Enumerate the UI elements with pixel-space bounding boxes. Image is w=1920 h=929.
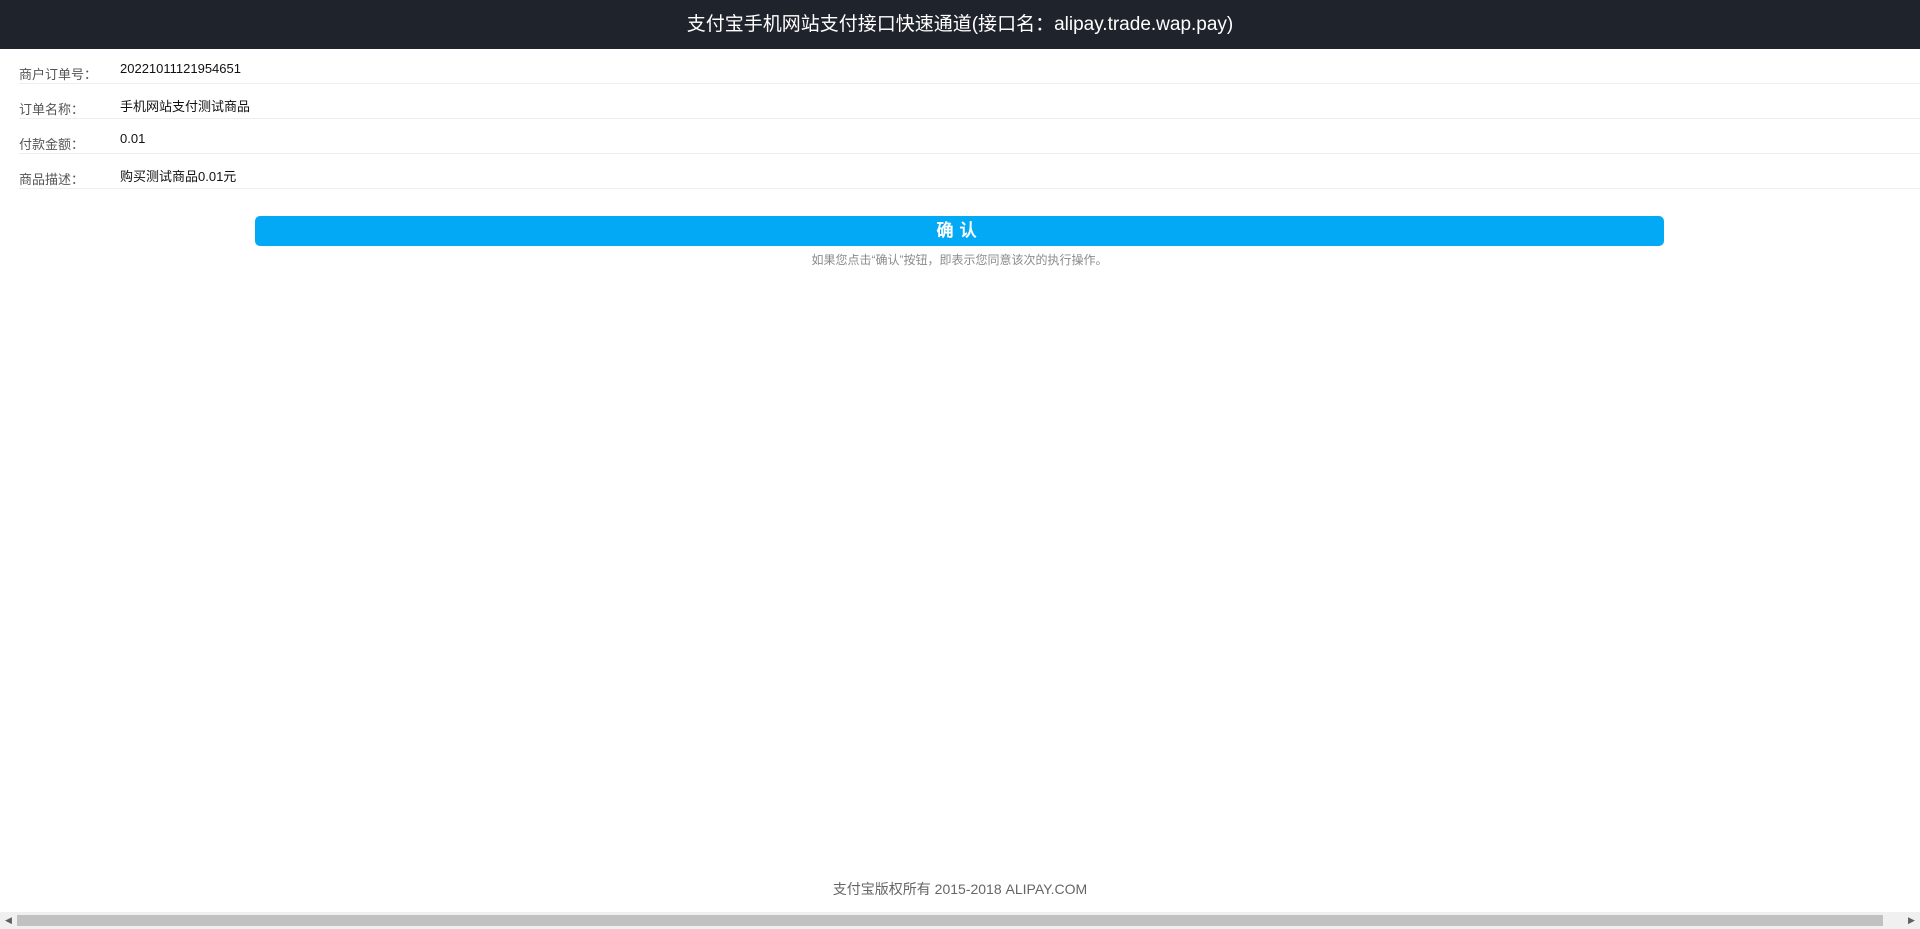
order-row-description: 商品描述： 购买测试商品0.01元 <box>19 154 1920 189</box>
triangle-left-icon[interactable]: ◀ <box>0 912 17 929</box>
description-label: 商品描述： <box>19 172 85 187</box>
order-row-payment-amount: 付款金额： 0.01 <box>19 119 1920 154</box>
order-name-value: 手机网站支付测试商品 <box>120 99 251 114</box>
payment-amount-value: 0.01 <box>120 131 146 146</box>
page-header: 支付宝手机网站支付接口快速通道(接口名：alipay.trade.wap.pay… <box>0 0 1920 49</box>
confirm-section: 确认 如果您点击“确认”按钮，即表示您同意该次的执行操作。 <box>255 216 1664 268</box>
page: 支付宝手机网站支付接口快速通道(接口名：alipay.trade.wap.pay… <box>0 0 1920 929</box>
triangle-right-icon[interactable]: ▶ <box>1903 912 1920 929</box>
merchant-order-no-label: 商户订单号： <box>19 67 98 82</box>
order-row-order-name: 订单名称： 手机网站支付测试商品 <box>19 84 1920 119</box>
confirm-hint: 如果您点击“确认”按钮，即表示您同意该次的执行操作。 <box>811 253 1108 267</box>
description-value: 购买测试商品0.01元 <box>120 169 237 184</box>
footer-copyright: 支付宝版权所有 2015-2018 ALIPAY.COM <box>832 881 1088 897</box>
payment-amount-label: 付款金额： <box>19 137 85 152</box>
order-form: 商户订单号： 20221011121954651 订单名称： 手机网站支付测试商… <box>19 49 1920 189</box>
order-name-label: 订单名称： <box>19 102 85 117</box>
merchant-order-no-value: 20221011121954651 <box>120 61 241 76</box>
horizontal-scrollbar[interactable]: ◀ ▶ <box>0 912 1920 929</box>
page-title: 支付宝手机网站支付接口快速通道(接口名：alipay.trade.wap.pay… <box>686 14 1234 35</box>
confirm-button[interactable]: 确认 <box>255 216 1664 246</box>
order-row-merchant-order-no: 商户订单号： 20221011121954651 <box>19 49 1920 84</box>
scrollbar-thumb[interactable] <box>17 915 1883 926</box>
